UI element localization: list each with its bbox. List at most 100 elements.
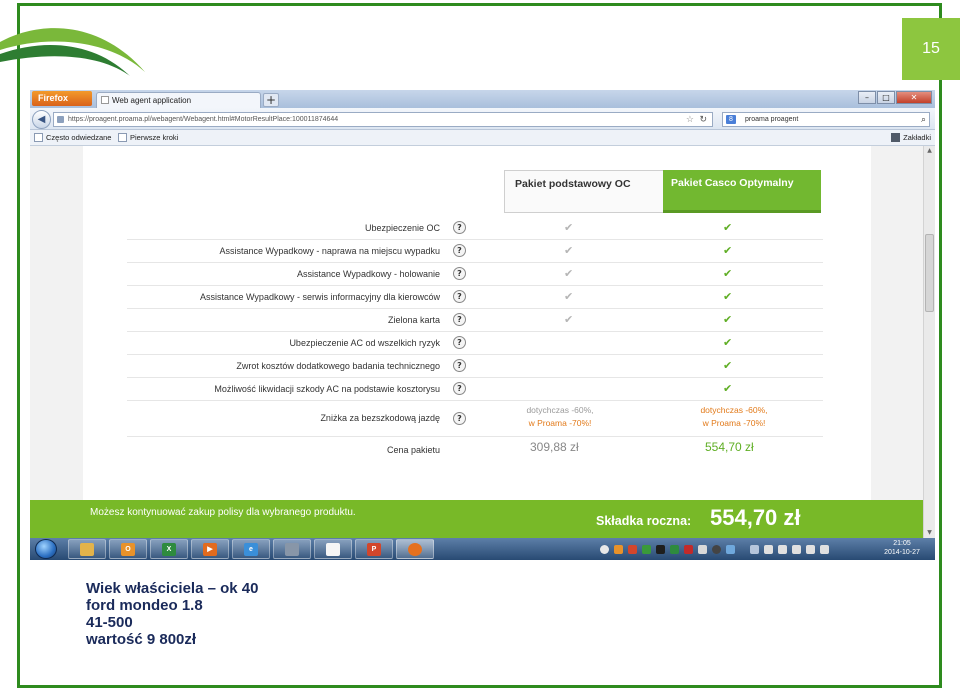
clock-time: 21:05 xyxy=(893,540,911,547)
annual-premium-label: Składka roczna: xyxy=(596,514,692,528)
help-icon[interactable]: ? xyxy=(453,412,466,425)
table-row: Możliwość likwidacji szkody AC na podsta… xyxy=(127,378,823,401)
firefox-menu-button[interactable]: Firefox xyxy=(32,91,92,106)
scroll-up-icon[interactable]: ▲ xyxy=(924,146,935,156)
minimize-button[interactable]: – xyxy=(858,91,876,104)
check-icon: ✔ xyxy=(564,290,574,303)
discount-casco-line2: w Proama -70%! xyxy=(702,418,766,428)
network-icon[interactable] xyxy=(806,544,815,554)
taskbar-document[interactable] xyxy=(314,539,352,559)
logo-swoosh-icon xyxy=(0,28,145,76)
taskbar-explorer[interactable] xyxy=(68,539,106,559)
taskbar-powerpoint[interactable]: P xyxy=(355,539,393,559)
coverage-label: Możliwość likwidacji szkody AC na podsta… xyxy=(214,384,440,394)
banner-message: Możesz kontynuować zakup polisy dla wybr… xyxy=(90,507,356,518)
discount-basic-line1: dotychczas -60%, xyxy=(526,405,594,415)
taskbar-excel[interactable]: X xyxy=(150,539,188,559)
flag-icon[interactable] xyxy=(778,544,787,554)
close-button[interactable]: ✕ xyxy=(896,91,932,104)
search-value: proama proagent xyxy=(745,116,799,123)
tray-icon[interactable] xyxy=(628,544,637,554)
search-engine-icon[interactable]: 8 xyxy=(726,115,736,124)
bookmarks-menu-label: Zakładki xyxy=(903,133,931,142)
page-number: 15 xyxy=(902,18,960,80)
taskbar-outlook[interactable]: O xyxy=(109,539,147,559)
caption-line: 41-500 xyxy=(86,614,133,631)
help-icon[interactable]: ? xyxy=(453,244,466,257)
url-input[interactable]: https://proagent.proama.pl/webagent/Weba… xyxy=(53,112,713,127)
coverage-label: Ubezpieczenie OC xyxy=(364,223,440,233)
check-icon: ✔ xyxy=(723,221,733,234)
discount-basic-line2: w Proama -70%! xyxy=(528,418,592,428)
bookmark-page-icon xyxy=(118,133,127,142)
tray-icon[interactable] xyxy=(792,544,801,554)
titlebar: Firefox Web agent application + – □ ✕ xyxy=(30,90,935,108)
help-icon[interactable]: ? xyxy=(453,313,466,326)
help-icon[interactable]: ? xyxy=(453,267,466,280)
tray-icon[interactable] xyxy=(656,544,665,554)
bookmarks-bar: Często odwiedzane Pierwsze kroki Zakładk… xyxy=(30,130,935,146)
price-row: Cena pakietu 309,88 zł 554,70 zł xyxy=(127,437,823,463)
system-tray xyxy=(600,542,829,556)
caption-line: ford mondeo 1.8 xyxy=(86,597,203,614)
slide-caption: Wiek właściciela – ok 40 ford mondeo 1.8… xyxy=(86,580,258,648)
help-icon[interactable]: ? xyxy=(453,221,466,234)
bluetooth-icon[interactable] xyxy=(726,544,735,554)
bookmark-most-visited[interactable]: Często odwiedzane xyxy=(34,130,111,145)
table-row: Assistance Wypadkowy - holowanie ? ✔ ✔ xyxy=(127,263,823,286)
package-casco-header[interactable]: Pakiet Casco Optymalny xyxy=(663,170,821,213)
taskbar-ie[interactable]: e xyxy=(232,539,270,559)
caption-line: Wiek właściciela – ok 40 xyxy=(86,580,259,597)
volume-icon[interactable] xyxy=(820,544,829,554)
tray-icon[interactable] xyxy=(614,544,623,554)
help-icon[interactable]: ? xyxy=(453,359,466,372)
coverage-label: Zwrot kosztów dodatkowego badania techni… xyxy=(236,361,440,371)
bookmark-star-icon[interactable]: ☆ xyxy=(686,113,694,126)
help-icon[interactable]: ? xyxy=(453,382,466,395)
taskbar-clock[interactable]: 21:05 2014-10-27 xyxy=(875,539,929,557)
table-row: Assistance Wypadkowy - naprawa na miejsc… xyxy=(127,240,823,263)
tray-icon[interactable] xyxy=(684,544,693,554)
tray-icon[interactable] xyxy=(750,544,759,554)
bookmarks-menu[interactable]: Zakładki xyxy=(891,130,931,145)
taskbar-firefox[interactable] xyxy=(396,539,434,559)
page-icon xyxy=(101,96,109,104)
maximize-button[interactable]: □ xyxy=(877,91,895,104)
bookmark-label: Często odwiedzane xyxy=(46,133,112,142)
coverage-label: Assistance Wypadkowy - holowanie xyxy=(297,269,440,279)
scrollbar-thumb[interactable] xyxy=(925,234,934,312)
taskbar-printer[interactable] xyxy=(273,539,311,559)
tray-icon[interactable] xyxy=(670,544,679,554)
tray-icon[interactable] xyxy=(712,544,721,554)
bookmark-getting-started[interactable]: Pierwsze kroki xyxy=(118,130,178,145)
check-icon: ✔ xyxy=(723,313,733,326)
tab-web-agent[interactable]: Web agent application xyxy=(96,92,261,108)
new-tab-button[interactable]: + xyxy=(263,93,279,107)
price-label: Cena pakietu xyxy=(386,445,440,455)
vertical-scrollbar[interactable]: ▲ ▼ xyxy=(923,146,935,538)
check-icon: ✔ xyxy=(723,382,733,395)
taskbar-media[interactable]: ▶ xyxy=(191,539,229,559)
help-icon[interactable]: ? xyxy=(453,290,466,303)
help-icon[interactable]: ? xyxy=(453,336,466,349)
discount-basic: dotychczas -60%, w Proama -70%! xyxy=(500,404,620,430)
search-input[interactable]: 8 proama proagent ⌕ xyxy=(722,112,930,127)
windows-taskbar: O X ▶ e P 21:05 2014-10-27 xyxy=(30,538,935,560)
package-basic-header[interactable]: Pakiet podstawowy OC xyxy=(504,170,664,213)
tray-icon[interactable] xyxy=(698,544,707,554)
start-button-icon[interactable] xyxy=(35,539,57,559)
back-arrow-icon[interactable]: ◀ xyxy=(32,110,51,129)
search-icon[interactable]: ⌕ xyxy=(921,113,926,126)
scroll-down-icon[interactable]: ▼ xyxy=(924,528,935,538)
excel-icon: X xyxy=(162,542,176,556)
lock-icon xyxy=(57,116,64,123)
check-icon: ✔ xyxy=(564,244,574,257)
tray-icon[interactable] xyxy=(600,544,609,554)
tray-icon[interactable] xyxy=(642,544,651,554)
tray-icon[interactable] xyxy=(764,544,773,554)
bookmark-label: Pierwsze kroki xyxy=(130,133,179,142)
clock-date: 2014-10-27 xyxy=(884,549,920,556)
table-row: Ubezpieczenie AC od wszelkich ryzyk ? ✔ xyxy=(127,332,823,355)
reload-icon[interactable]: ↻ xyxy=(699,113,707,126)
tab-title: Web agent application xyxy=(112,96,192,105)
